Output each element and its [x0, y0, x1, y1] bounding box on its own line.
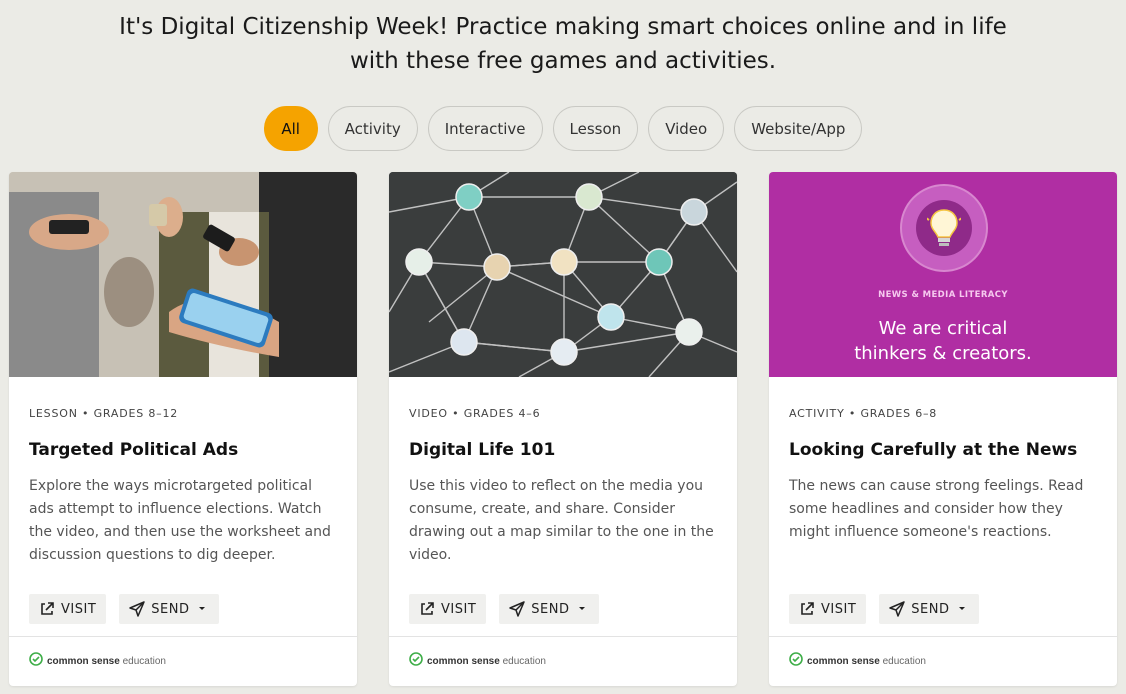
resource-card-digital-life-101[interactable]: VIDEO • GRADES 4–6 Digital Life 101 Use …	[389, 172, 737, 686]
filter-video[interactable]: Video	[648, 106, 725, 151]
brand-logo: common sense education	[47, 656, 166, 667]
card-image-phones-photo[interactable]	[9, 172, 357, 377]
image-tagline: We are critical thinkers & creators.	[854, 318, 1032, 364]
page-headline: It's Digital Citizenship Week! Practice …	[119, 14, 1007, 74]
card-description: The news can cause strong feelings. Read…	[789, 478, 1084, 540]
send-label: SEND	[151, 601, 190, 617]
checkmark-icon	[789, 652, 803, 671]
send-icon	[129, 601, 146, 617]
visit-button[interactable]: VISIT	[29, 594, 107, 624]
send-button[interactable]: SEND	[879, 594, 980, 624]
card-footer: common sense education	[769, 636, 1117, 686]
caret-down-icon	[195, 604, 209, 614]
card-meta: VIDEO • GRADES 4–6	[409, 407, 541, 420]
external-link-icon	[39, 601, 55, 617]
send-label: SEND	[531, 601, 570, 617]
card-description: Explore the ways microtargeted political…	[29, 478, 331, 563]
send-label: SEND	[911, 601, 950, 617]
visit-label: VISIT	[821, 601, 857, 617]
visit-button[interactable]: VISIT	[409, 594, 487, 624]
filter-interactive[interactable]: Interactive	[427, 106, 543, 151]
card-title[interactable]: Looking Carefully at the News	[789, 440, 1101, 460]
card-meta: ACTIVITY • GRADES 6–8	[789, 407, 938, 420]
lightbulb-icon	[922, 200, 966, 257]
visit-label: VISIT	[61, 601, 97, 617]
caret-down-icon	[575, 604, 589, 614]
filter-activity[interactable]: Activity	[327, 106, 418, 151]
send-button[interactable]: SEND	[499, 594, 600, 624]
send-button[interactable]: SEND	[119, 594, 220, 624]
card-image-network[interactable]	[389, 172, 737, 377]
brand-logo: common sense education	[807, 656, 926, 667]
visit-label: VISIT	[441, 601, 477, 617]
external-link-icon	[419, 601, 435, 617]
filter-lesson[interactable]: Lesson	[552, 106, 639, 151]
filter-bar: All Activity Interactive Lesson Video We…	[0, 106, 1126, 151]
resource-card-targeted-political-ads[interactable]: LESSON • GRADES 8–12 Targeted Political …	[9, 172, 357, 686]
card-description: Use this video to reflect on the media y…	[409, 478, 714, 563]
filter-website-app[interactable]: Website/App	[734, 106, 863, 151]
visit-button[interactable]: VISIT	[789, 594, 867, 624]
checkmark-icon	[409, 652, 423, 671]
card-title[interactable]: Digital Life 101	[409, 440, 721, 460]
card-footer: common sense education	[9, 636, 357, 686]
image-tag: NEWS & MEDIA LITERACY	[878, 290, 1008, 300]
checkmark-icon	[29, 652, 43, 671]
card-image-news-literacy[interactable]: NEWS & MEDIA LITERACY We are critical th…	[769, 172, 1117, 377]
send-icon	[509, 601, 526, 617]
filter-all[interactable]: All	[263, 106, 318, 151]
brand-logo: common sense education	[427, 656, 546, 667]
caret-down-icon	[955, 604, 969, 614]
resource-card-looking-carefully-news[interactable]: NEWS & MEDIA LITERACY We are critical th…	[769, 172, 1117, 686]
card-footer: common sense education	[389, 636, 737, 686]
external-link-icon	[799, 601, 815, 617]
card-title[interactable]: Targeted Political Ads	[29, 440, 341, 460]
card-meta: LESSON • GRADES 8–12	[29, 407, 179, 420]
send-icon	[889, 601, 906, 617]
